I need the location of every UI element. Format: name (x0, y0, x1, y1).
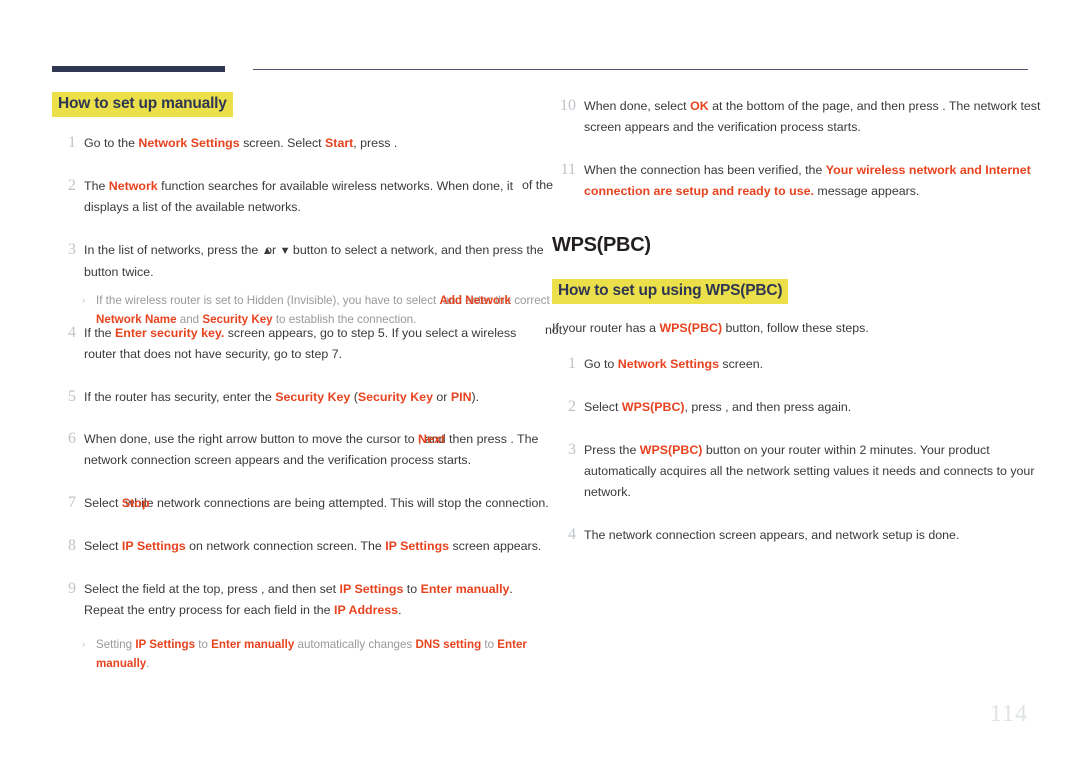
left-step-list: 1 Go to the Network Settings screen. Sel… (52, 133, 552, 673)
step-text: Select WPS(PBC), press , and then press … (584, 400, 852, 414)
step-item: 3 In the list of networks, press the ▲ o… (52, 240, 552, 283)
term-start: Start (325, 136, 354, 150)
term-network-settings: Network Settings (617, 357, 719, 371)
right-column: 10 When done, select OK at the bottom of… (552, 96, 1052, 568)
step-number: 2 (68, 177, 76, 194)
step-text: Select Stop while network connections ar… (84, 496, 549, 510)
note-bullet-icon: › (82, 639, 85, 649)
left-column: How to set up manually 1 Go to the Netwo… (52, 92, 552, 687)
note-dns-setting: › Setting IP Settings to Enter manually … (52, 635, 552, 673)
page-number: 114 (989, 701, 1028, 727)
step-number: 4 (68, 324, 76, 341)
header-rule-thin (253, 69, 1028, 70)
step-number: 3 (568, 441, 576, 458)
heading-how-to-set-up-using-wps-pbc: How to set up using WPS(PBC) (552, 279, 789, 304)
step-item: 9 Select the field at the top, press , a… (52, 579, 552, 621)
manual-page: How to set up manually 1 Go to the Netwo… (0, 0, 1080, 763)
term-dns-setting: DNS setting (415, 638, 482, 651)
term-ip-address: IP Address (334, 603, 399, 617)
step-text: Select the field at the top, press , and… (84, 582, 513, 617)
step-text: The Network function searches for availa… (84, 179, 514, 214)
step-item: 11 When the connection has been verified… (552, 160, 1052, 202)
right-step-list-continued: 10 When done, select OK at the bottom of… (552, 96, 1052, 202)
term-security-key-alt: Security Key (357, 390, 433, 404)
heading-how-to-set-up-manually: How to set up manually (52, 92, 233, 117)
step-item: 4 The network connection screen appears,… (552, 525, 1052, 546)
term-security-key: Security Key (275, 390, 351, 404)
wps-step-list: 1 Go to Network Settings screen. 2 Selec… (552, 354, 1052, 546)
step-number: 2 (568, 398, 576, 415)
step-number: 9 (68, 580, 76, 597)
term-ip-settings: IP Settings (121, 539, 186, 553)
step-text: When the connection has been verified, t… (584, 163, 1031, 198)
term-enter-manually: Enter manually (211, 638, 295, 651)
step-item: 8 Select IP Settings on network connecti… (52, 536, 552, 557)
step-number: 1 (68, 134, 76, 151)
step-number: 11 (560, 161, 576, 178)
term-enter-manually: Enter manually (420, 582, 510, 596)
note-bullet-icon: › (82, 295, 85, 305)
step-item: 4 If the Enter security key. screen appe… (52, 323, 552, 365)
term-network: Network (108, 179, 158, 193)
term-ip-settings: IP Settings (339, 582, 404, 596)
step-item: 10 When done, select OK at the bottom of… (552, 96, 1052, 138)
step-text: Go to Network Settings screen. (584, 357, 764, 371)
step-number: 5 (68, 388, 76, 405)
term-wps-pbc: WPS(PBC) (659, 321, 723, 335)
wps-intro-text: If your router has a WPS(PBC) button, fo… (552, 321, 869, 335)
term-wps-pbc: WPS(PBC) (639, 443, 703, 457)
step-number: 3 (68, 241, 76, 258)
step-item: 5 If the router has security, enter the … (52, 387, 552, 408)
step-item: 2 The Network function searches for avai… (52, 176, 552, 218)
term-network-settings: Network Settings (138, 136, 240, 150)
step-item: 3 Press the WPS(PBC) button on your rout… (552, 440, 1052, 503)
step-text: Press the WPS(PBC) button on your router… (584, 443, 1035, 499)
step-number: 7 (68, 494, 76, 511)
term-ip-settings: IP Settings (135, 638, 196, 651)
step-text: The network connection screen appears, a… (584, 528, 960, 542)
step-item: 6 When done, use the right arrow button … (52, 429, 552, 471)
step-text: If the router has security, enter the Se… (84, 390, 480, 404)
step-number: 4 (568, 526, 576, 543)
term-ok: OK (690, 99, 709, 113)
step-number: 6 (68, 430, 76, 447)
term-ip-settings-screen: IP Settings (385, 539, 450, 553)
step-text: When done, use the right arrow button to… (84, 432, 539, 467)
step-number: 10 (560, 97, 576, 114)
down-arrow-icon: ▼ (279, 245, 291, 257)
header-rule-thick (52, 66, 225, 72)
term-pin: PIN (450, 390, 472, 404)
step-item: 7 Select Stop while network connections … (52, 493, 552, 514)
step-number: 1 (568, 355, 576, 372)
term-enter-security-key: Enter security key. (115, 326, 225, 340)
step-number: 8 (68, 537, 76, 554)
step-item: 1 Go to the Network Settings screen. Sel… (52, 133, 552, 154)
step-text: Select IP Settings on network connection… (84, 539, 542, 553)
step-text: When done, select OK at the bottom of th… (584, 99, 1041, 134)
step-item: 1 Go to Network Settings screen. (552, 354, 1052, 375)
section-title-wps-pbc: WPS(PBC) (552, 234, 651, 256)
step-text: If the Enter security key. screen appear… (84, 326, 517, 361)
step-text: In the list of networks, press the ▲ or … (84, 243, 544, 279)
step-text: Go to the Network Settings screen. Selec… (84, 136, 398, 150)
term-wps-pbc: WPS(PBC) (621, 400, 685, 414)
step-item: 2 Select WPS(PBC), press , and then pres… (552, 397, 1052, 418)
